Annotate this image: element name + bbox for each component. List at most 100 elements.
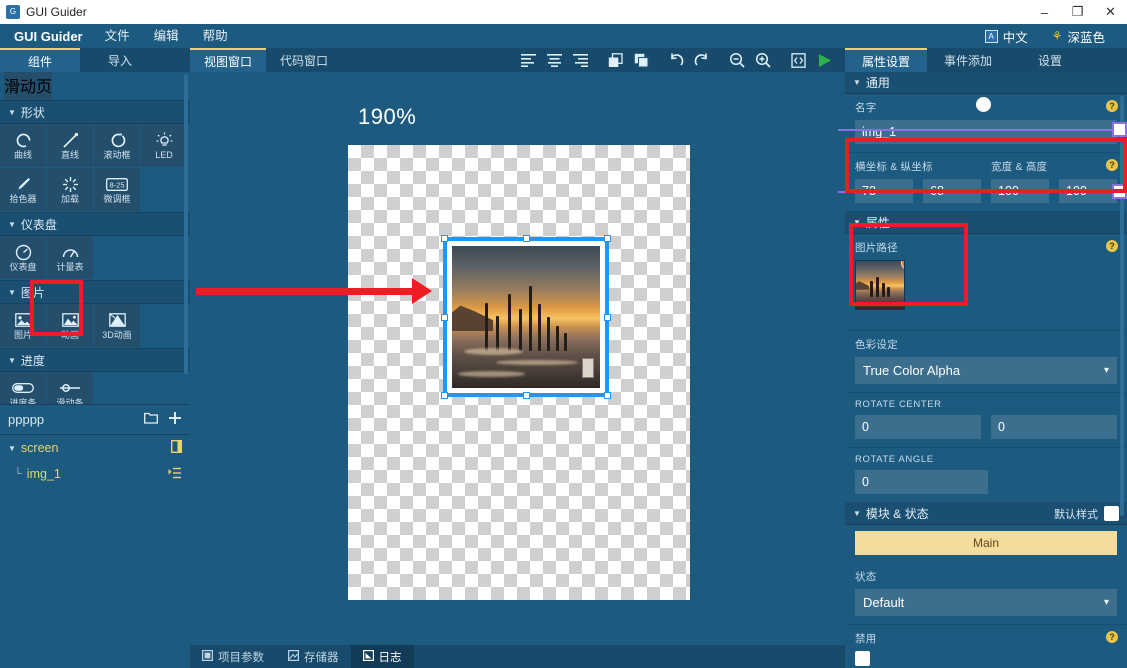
theme-selector[interactable]: ⚘ 深蓝色	[1040, 27, 1117, 46]
design-canvas[interactable]: 190%	[190, 72, 845, 645]
component-arc[interactable]: 曲线	[0, 124, 47, 168]
help-icon[interactable]: ?	[1106, 159, 1118, 171]
property-label: ROTATE CENTER	[855, 399, 942, 410]
folder-icon[interactable]	[144, 411, 158, 428]
name-radio-indicator[interactable]	[976, 97, 991, 112]
component-line[interactable]: 直线	[47, 124, 94, 168]
line-icon	[62, 131, 79, 149]
component-gauge[interactable]: 仪表盘	[0, 236, 47, 280]
tab-view-window[interactable]: 视图窗口	[190, 48, 267, 72]
language-icon: A	[984, 29, 998, 43]
position-x-input[interactable]: 73	[855, 179, 913, 203]
minimize-button[interactable]: –	[1028, 0, 1061, 24]
section-header-module-state[interactable]: ▼ 模块 & 状态 默认样式	[845, 503, 1127, 525]
tab-components[interactable]: 组件	[0, 48, 80, 72]
tab-property-settings[interactable]: 属性设置	[845, 48, 927, 72]
part-main-button[interactable]: Main	[855, 531, 1117, 555]
zoom-in-button[interactable]	[750, 49, 776, 71]
component-progressbar[interactable]: 进度条	[0, 372, 47, 404]
property-rotate-center: ROTATE CENTER 0 0	[845, 393, 1127, 448]
component-spinner[interactable]: 加载	[47, 168, 94, 212]
language-selector[interactable]: A 中文	[973, 27, 1040, 46]
resize-handle-nw[interactable]	[441, 235, 448, 242]
align-left-button[interactable]	[515, 49, 541, 71]
section-header-attributes[interactable]: ▼ 属性	[845, 212, 1127, 234]
help-icon[interactable]: ?	[1106, 100, 1118, 112]
bottom-tab-project-params[interactable]: 项目参数	[190, 645, 276, 668]
section-header-general[interactable]: ▼ 通用	[845, 72, 1127, 94]
group-header-shapes[interactable]: ▼ 形状	[0, 100, 190, 124]
bring-forward-button[interactable]	[602, 49, 628, 71]
component-slider[interactable]: 滑动条	[47, 372, 94, 404]
rotate-center-y-input[interactable]: 0	[991, 415, 1117, 439]
bottom-tab-log[interactable]: 日志	[350, 645, 414, 668]
rotate-angle-input[interactable]: 0	[855, 470, 988, 494]
menu-edit[interactable]: 编辑	[142, 24, 191, 48]
align-right-button[interactable]	[567, 49, 593, 71]
properties-scrollbar[interactable]	[1120, 96, 1124, 516]
component-3d-animation[interactable]: 3D动画	[94, 304, 141, 348]
component-label: 滚动框	[103, 150, 131, 160]
resize-handle-se[interactable]	[604, 392, 611, 399]
resize-handle-n[interactable]	[523, 235, 530, 242]
component-roller[interactable]: 滚动框	[94, 124, 141, 168]
generate-code-button[interactable]	[785, 49, 811, 71]
width-input[interactable]: 100	[991, 179, 1049, 203]
tab-settings[interactable]: 设置	[1009, 48, 1091, 72]
component-spinbox[interactable]: 8-25 微调框	[94, 168, 141, 212]
resize-handle-e[interactable]	[604, 314, 611, 321]
undo-button[interactable]	[663, 49, 689, 71]
menu-file[interactable]: 文件	[93, 24, 142, 48]
tree-item-screen[interactable]: ▼ screen	[0, 435, 190, 461]
group-header-images[interactable]: ▼ 图片	[0, 280, 190, 304]
default-style-toggle[interactable]: 默认样式	[1054, 506, 1119, 522]
screen-icon[interactable]	[170, 439, 183, 456]
menu-help[interactable]: 帮助	[191, 24, 240, 48]
send-backward-button[interactable]	[628, 49, 654, 71]
run-button[interactable]	[811, 49, 837, 71]
component-label: 直线	[60, 150, 79, 160]
selected-widget-img-1[interactable]	[441, 235, 611, 399]
color-format-select[interactable]: True Color Alpha ▾	[855, 357, 1117, 384]
bottom-tab-storage[interactable]: 存储器	[276, 645, 351, 668]
add-icon[interactable]	[168, 411, 182, 428]
default-style-checkbox[interactable]	[1104, 506, 1119, 521]
size-inputs: 100 100	[991, 179, 1117, 203]
component-led[interactable]: LED	[141, 124, 188, 168]
group-header-progress[interactable]: ▼ 进度	[0, 348, 190, 372]
component-label: 3D动画	[102, 330, 132, 340]
image-thumbnail[interactable]: ✕	[855, 260, 905, 310]
help-icon[interactable]: ?	[1106, 240, 1118, 252]
resize-handle-w[interactable]	[441, 314, 448, 321]
component-slider-page[interactable]: 滑动页	[4, 72, 52, 100]
tree-item-img-1[interactable]: └ img_1	[0, 461, 190, 487]
component-meter[interactable]: 计量表	[47, 236, 94, 280]
history-group	[663, 49, 715, 71]
height-input[interactable]: 100	[1059, 179, 1117, 203]
tab-event-add[interactable]: 事件添加	[927, 48, 1009, 72]
state-select[interactable]: Default ▾	[855, 589, 1117, 616]
rotate-center-x-input[interactable]: 0	[855, 415, 981, 439]
resize-handle-sw[interactable]	[441, 392, 448, 399]
photo-piling	[537, 304, 541, 352]
zoom-out-button[interactable]	[724, 49, 750, 71]
component-image[interactable]: 图片	[0, 304, 47, 348]
component-animation[interactable]: 动画	[47, 304, 94, 348]
resize-handle-ne[interactable]	[604, 235, 611, 242]
disabled-checkbox[interactable]	[855, 651, 870, 666]
redo-button[interactable]	[689, 49, 715, 71]
maximize-button[interactable]: ❐	[1061, 0, 1094, 24]
position-y-input[interactable]: 68	[923, 179, 981, 203]
name-input[interactable]: img_1	[855, 120, 1117, 144]
component-list: 滑动页 ▼ 形状 曲线 直线 滚动框 LED 拾色器 加载 8-25 微调框 ▼…	[0, 72, 190, 405]
component-list-scrollbar[interactable]	[184, 74, 188, 374]
resize-handle-s[interactable]	[523, 392, 530, 399]
tab-code-window[interactable]: 代码窗口	[266, 48, 342, 72]
close-button[interactable]: ✕	[1094, 0, 1127, 24]
tab-import[interactable]: 导入	[80, 48, 160, 72]
align-center-button[interactable]	[541, 49, 567, 71]
layer-icon[interactable]	[168, 467, 182, 482]
help-icon[interactable]: ?	[1106, 631, 1118, 643]
group-header-gauges[interactable]: ▼ 仪表盘	[0, 212, 190, 236]
component-colorpicker[interactable]: 拾色器	[0, 168, 47, 212]
